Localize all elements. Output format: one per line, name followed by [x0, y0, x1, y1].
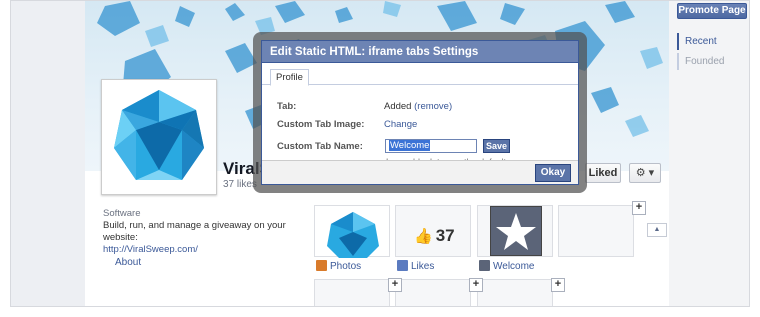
settings-dialog: Edit Static HTML: iframe tabs Settings P… — [253, 32, 587, 193]
page-likes-count[interactable]: 37 likes — [223, 179, 257, 190]
liked-button[interactable]: Liked — [585, 163, 621, 183]
okay-button[interactable]: Okay — [535, 164, 571, 182]
tab-status: Added (remove) — [384, 101, 452, 112]
page-description: Build, run, and manage a giveaway on you… — [103, 220, 286, 243]
photos-app-label[interactable]: Photos — [316, 260, 361, 272]
caret-up-icon[interactable]: ▲ — [647, 223, 667, 237]
dialog-tabs: Profile — [262, 63, 578, 86]
plus-icon[interactable]: + — [388, 278, 402, 292]
likes-icon — [397, 260, 408, 271]
profile-picture[interactable] — [101, 79, 217, 195]
empty-app-tile[interactable] — [558, 205, 634, 257]
gear-icon[interactable]: ⚙ ▾ — [629, 163, 661, 183]
custom-tab-name-value: Welcome — [389, 140, 431, 151]
promote-page-button[interactable]: Promote Page — [677, 3, 747, 19]
photos-icon — [316, 260, 327, 271]
empty-app-tile[interactable] — [314, 279, 390, 306]
timeline-nav-founded[interactable]: Founded — [677, 53, 730, 70]
viralsweep-logo — [114, 90, 204, 180]
welcome-app-label[interactable]: Welcome — [479, 260, 535, 272]
star-small-icon — [479, 260, 490, 271]
custom-tab-image-label: Custom Tab Image: — [277, 119, 365, 130]
save-button[interactable]: Save — [483, 139, 510, 153]
dialog-footer: Okay — [262, 160, 578, 184]
custom-tab-name-label: Custom Tab Name: — [277, 141, 363, 152]
photos-app-tile[interactable] — [314, 205, 390, 258]
custom-tab-name-input[interactable]: Welcome — [385, 139, 477, 153]
welcome-app-image — [490, 206, 542, 256]
thumbs-up-icon: 👍 — [414, 228, 433, 245]
plus-icon[interactable]: + — [469, 278, 483, 292]
tab-status-value: Added — [384, 101, 412, 112]
welcome-app-tile[interactable] — [477, 205, 553, 257]
plus-icon[interactable]: + — [551, 278, 565, 292]
website-link[interactable]: http://ViralSweep.com/ — [103, 244, 299, 256]
page-category: Software — [103, 208, 141, 219]
change-image-link[interactable]: Change — [384, 119, 417, 130]
empty-app-tile[interactable] — [395, 279, 471, 306]
empty-app-tile[interactable] — [477, 279, 553, 306]
likes-app-number: 37 — [435, 226, 455, 245]
timeline-nav: Recent Founded — [677, 33, 730, 73]
likes-app-count: 👍 37 — [414, 226, 455, 246]
left-gutter — [11, 1, 85, 306]
dialog-body: Tab: Added (remove) Custom Tab Image: Ch… — [262, 85, 578, 167]
photos-label-text: Photos — [330, 261, 362, 272]
likes-app-tile[interactable]: 👍 37 — [395, 205, 471, 257]
likes-label-text: Likes — [411, 261, 435, 272]
dialog-title: Edit Static HTML: iframe tabs Settings — [262, 41, 578, 63]
about-link[interactable]: About — [115, 257, 141, 268]
likes-app-label[interactable]: Likes — [397, 260, 434, 272]
dialog-panel: Edit Static HTML: iframe tabs Settings P… — [261, 40, 579, 185]
remove-link[interactable]: (remove) — [414, 101, 452, 112]
photos-thumbnail — [327, 212, 379, 258]
welcome-label-text: Welcome — [493, 261, 535, 272]
change-link-text[interactable]: Change — [384, 119, 417, 130]
right-rail: Promote Page Recent Founded — [669, 1, 749, 306]
tab-profile[interactable]: Profile — [270, 69, 309, 86]
about-box: Software Build, run, and manage a giveaw… — [103, 208, 299, 256]
plus-icon[interactable]: + — [632, 201, 646, 215]
tab-label: Tab: — [277, 101, 297, 112]
timeline-nav-recent[interactable]: Recent — [677, 33, 730, 50]
star-icon — [496, 213, 536, 250]
